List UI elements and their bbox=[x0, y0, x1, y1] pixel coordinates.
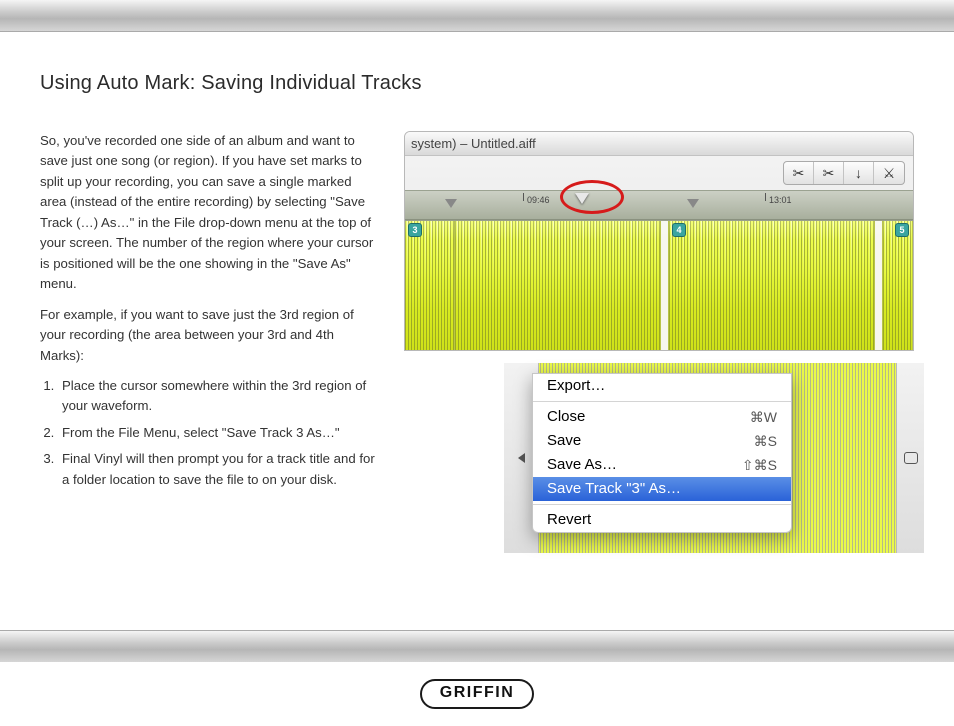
bottom-gradient-bar bbox=[0, 630, 954, 662]
menu-separator bbox=[533, 504, 791, 505]
cut-alt-tool-icon[interactable]: ✂ bbox=[814, 162, 844, 184]
mark-triangle-icon[interactable] bbox=[687, 199, 699, 208]
window-title: system) – Untitled.aiff bbox=[405, 132, 913, 156]
region-badge-4: 4 bbox=[672, 223, 686, 237]
waveform-area[interactable]: 3 4 5 bbox=[405, 220, 913, 350]
step-1: Place the cursor somewhere within the 3r… bbox=[58, 376, 380, 417]
griffin-logo: GRIFFIN bbox=[420, 679, 535, 709]
menu-item-save-as[interactable]: Save As… ⇧⌘S bbox=[533, 453, 791, 477]
loop-icon[interactable] bbox=[904, 452, 918, 464]
time-label-2: 13:01 bbox=[769, 195, 792, 205]
menu-item-export[interactable]: Export… bbox=[533, 374, 791, 398]
instruction-text: So, you've recorded one side of an album… bbox=[40, 131, 380, 496]
paragraph-1: So, you've recorded one side of an album… bbox=[40, 131, 380, 295]
paragraph-2: For example, if you want to save just th… bbox=[40, 305, 380, 366]
region-badge-5: 5 bbox=[895, 223, 909, 237]
menu-item-save-track-as[interactable]: Save Track "3" As… bbox=[533, 477, 791, 501]
screenshots-column: system) – Untitled.aiff ✂ ✂ ↓ ⚔ 09:46 bbox=[404, 131, 914, 496]
footer: GRIFFIN bbox=[0, 662, 954, 726]
split-tool-icon[interactable]: ⚔ bbox=[874, 162, 904, 184]
content-area: Using Auto Mark: Saving Individual Track… bbox=[0, 32, 954, 630]
prev-arrow-icon[interactable] bbox=[518, 453, 525, 463]
menu-shortcut: ⌘S bbox=[754, 429, 777, 453]
ruler-tick bbox=[523, 193, 524, 201]
mark-triangle-icon[interactable] bbox=[445, 199, 457, 208]
step-3: Final Vinyl will then prompt you for a t… bbox=[58, 449, 380, 490]
menu-separator bbox=[533, 401, 791, 402]
red-highlight-circle bbox=[560, 180, 624, 214]
menu-label: Close bbox=[547, 405, 585, 429]
menu-label: Export… bbox=[547, 374, 605, 398]
step-2: From the File Menu, select "Save Track 3… bbox=[58, 423, 380, 443]
transport-right-panel bbox=[896, 363, 924, 553]
top-gradient-bar bbox=[0, 0, 954, 32]
ruler-tick bbox=[765, 193, 766, 201]
tool-group: ✂ ✂ ↓ ⚔ bbox=[783, 161, 905, 185]
page-title: Using Auto Mark: Saving Individual Track… bbox=[40, 72, 914, 95]
menu-item-revert[interactable]: Revert bbox=[533, 508, 791, 532]
menu-item-close[interactable]: Close ⌘W bbox=[533, 405, 791, 429]
menu-shortcut: ⇧⌘S bbox=[742, 453, 777, 477]
toolbar: ✂ ✂ ↓ ⚔ bbox=[405, 156, 913, 190]
region-badge-3: 3 bbox=[408, 223, 422, 237]
file-menu-dropdown: Export… Close ⌘W Save ⌘S Save As… ⇧⌘S Sa… bbox=[532, 373, 792, 533]
menu-label: Save bbox=[547, 429, 581, 453]
menu-shortcut: ⌘W bbox=[750, 405, 777, 429]
steps-list: Place the cursor somewhere within the 3r… bbox=[40, 376, 380, 490]
waveform-window: system) – Untitled.aiff ✂ ✂ ↓ ⚔ 09:46 bbox=[404, 131, 914, 351]
menu-label: Revert bbox=[547, 508, 591, 532]
cut-tool-icon[interactable]: ✂ bbox=[784, 162, 814, 184]
menu-item-save[interactable]: Save ⌘S bbox=[533, 429, 791, 453]
insert-tool-icon[interactable]: ↓ bbox=[844, 162, 874, 184]
timeline-ruler[interactable]: 09:46 13:01 bbox=[405, 190, 913, 220]
time-label-1: 09:46 bbox=[527, 195, 550, 205]
menu-label: Save Track "3" As… bbox=[547, 477, 681, 501]
menu-label: Save As… bbox=[547, 453, 617, 477]
